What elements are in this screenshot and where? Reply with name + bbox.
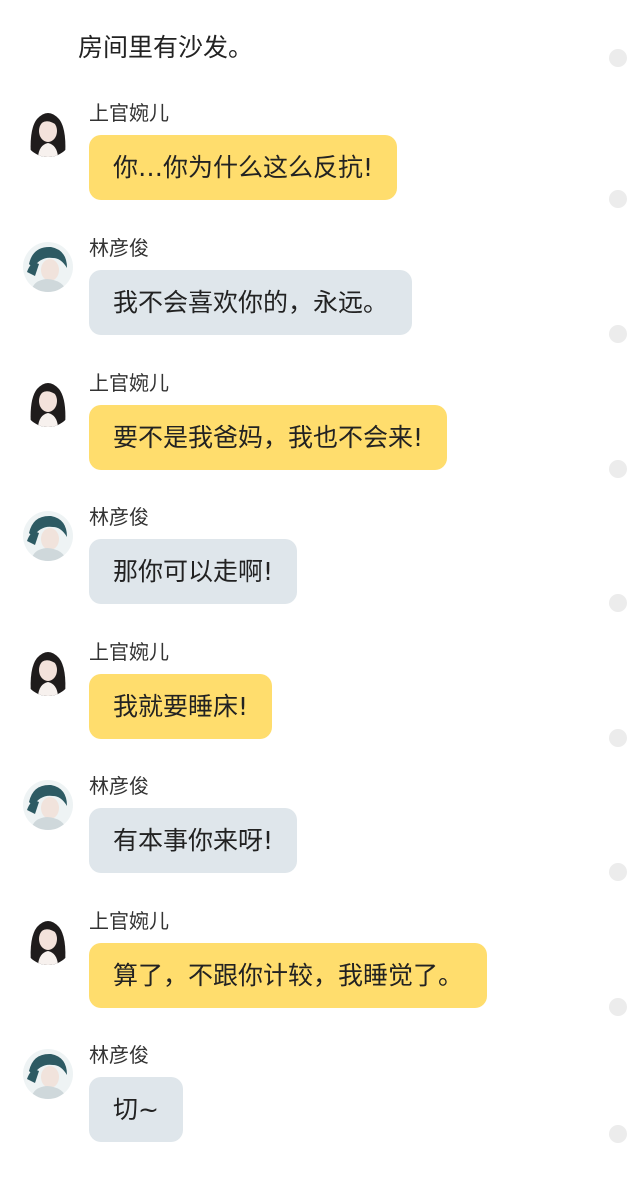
girl-avatar[interactable] — [23, 107, 73, 157]
option-dot[interactable] — [609, 729, 627, 747]
option-dot[interactable] — [609, 1125, 627, 1143]
option-dot[interactable] — [609, 594, 627, 612]
message-bubble[interactable]: 那你可以走啊! — [89, 539, 298, 604]
option-dot[interactable] — [609, 325, 627, 343]
option-dot[interactable] — [609, 460, 627, 478]
boy-avatar[interactable] — [23, 780, 73, 830]
girl-avatar[interactable] — [23, 377, 73, 427]
chat-message: 林彦俊 那你可以走啊! — [0, 505, 640, 646]
sender-name: 林彦俊 — [89, 505, 149, 529]
message-bubble[interactable]: 要不是我爸妈，我也不会来! — [89, 405, 448, 470]
girl-avatar[interactable] — [23, 646, 73, 696]
sender-name: 上官婉儿 — [89, 101, 169, 125]
chat-message: 上官婉儿 你…你为什么这么反抗! — [0, 101, 640, 242]
chat-message: 上官婉儿 要不是我爸妈，我也不会来! — [0, 371, 640, 512]
sender-name: 林彦俊 — [89, 1043, 149, 1067]
message-bubble[interactable]: 你…你为什么这么反抗! — [89, 135, 398, 200]
option-dot[interactable] — [609, 998, 627, 1016]
sender-name: 上官婉儿 — [89, 640, 169, 664]
boy-avatar[interactable] — [23, 242, 73, 292]
sender-name: 林彦俊 — [89, 774, 149, 798]
chat-message: 林彦俊 切~ — [0, 1043, 640, 1184]
boy-avatar[interactable] — [23, 1049, 73, 1099]
message-bubble[interactable]: 我不会喜欢你的，永远。 — [89, 270, 413, 335]
sender-name: 上官婉儿 — [89, 371, 169, 395]
option-dot[interactable] — [609, 49, 627, 67]
chat-message: 林彦俊 我不会喜欢你的，永远。 — [0, 236, 640, 377]
option-dot[interactable] — [609, 190, 627, 208]
message-bubble[interactable]: 有本事你来呀! — [89, 808, 298, 873]
sender-name: 林彦俊 — [89, 236, 149, 260]
boy-avatar[interactable] — [23, 511, 73, 561]
message-bubble[interactable]: 切~ — [89, 1077, 183, 1142]
girl-avatar[interactable] — [23, 915, 73, 965]
narration-text: 房间里有沙发。 — [78, 33, 254, 62]
message-bubble[interactable]: 我就要睡床! — [89, 674, 273, 739]
chat-message: 上官婉儿 算了，不跟你计较，我睡觉了。 — [0, 909, 640, 1050]
chat-message: 上官婉儿 我就要睡床! — [0, 640, 640, 781]
message-bubble[interactable]: 算了，不跟你计较，我睡觉了。 — [89, 943, 488, 1008]
option-dot[interactable] — [609, 863, 627, 881]
chat-message: 林彦俊 有本事你来呀! — [0, 774, 640, 915]
sender-name: 上官婉儿 — [89, 909, 169, 933]
